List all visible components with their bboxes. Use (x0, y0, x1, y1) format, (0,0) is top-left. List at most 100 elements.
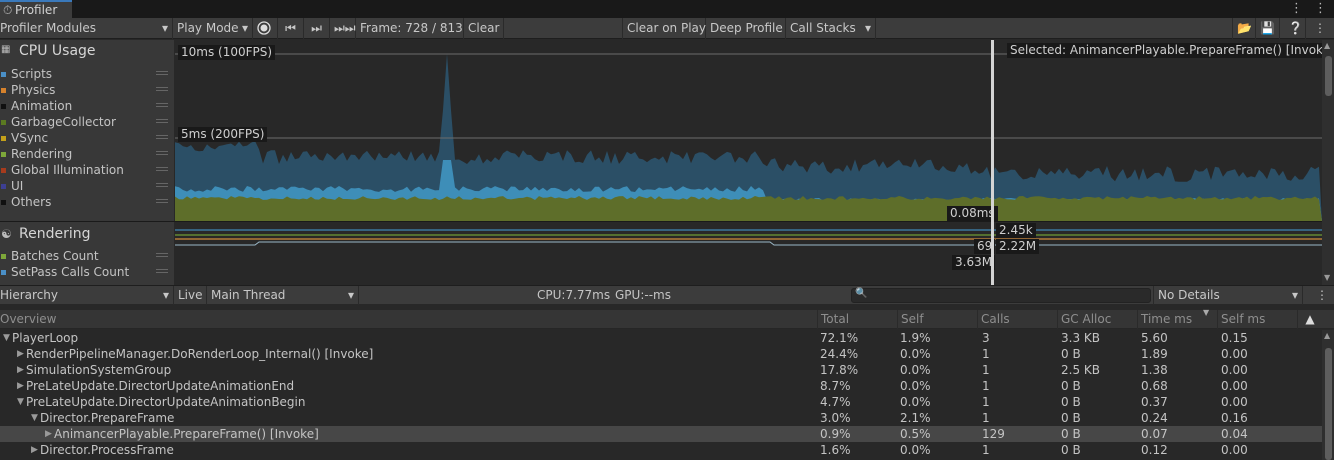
cpu_module-legend-item[interactable]: Animation (0, 98, 174, 114)
window-close-icon[interactable]: ⋮ (1314, 1, 1327, 16)
view-dropdown[interactable]: Hierarchy (0, 286, 174, 305)
cpu_module-legend-item[interactable]: Others (0, 194, 174, 210)
rendering-value-2b: 2.22M (996, 239, 1040, 254)
col-calls[interactable]: Calls (977, 310, 1057, 329)
window-menu-icon[interactable]: ⋮ (1290, 1, 1303, 16)
first-frame-button[interactable]: ⏮ (278, 18, 304, 39)
table-row[interactable]: ▼ PreLateUpdate.DirectorUpdateAnimationBe… (0, 394, 1322, 410)
rendering_module-legend-item[interactable]: SetPass Calls Count (0, 264, 174, 280)
selected-frame-marker[interactable] (991, 40, 994, 285)
search-input[interactable]: 🔍 (851, 288, 1151, 303)
table-row[interactable]: ▼ Director.PrepareFrame 3.0% 2.1% 1 0 B 0.24 0.… (0, 410, 1322, 426)
legend-swatch (1, 88, 6, 93)
cpu_module-legend-item[interactable]: VSync (0, 130, 174, 146)
gpu-time-label: GPU:--ms (615, 288, 671, 302)
rendering-value-3: 3.63M (952, 255, 996, 270)
rendering_module-legend-item[interactable]: Batches Count (0, 248, 174, 264)
deep-profile-label: Deep Profile (710, 21, 783, 35)
table-row[interactable]: ▶ PreLateUpdate.DirectorUpdateAnimationEn… (0, 378, 1322, 394)
drag-handle-icon[interactable] (156, 71, 168, 75)
drag-handle-icon[interactable] (156, 199, 168, 203)
table-row[interactable]: ▶ SimulationSystemGroup 17.8% 0.0% 1 2.5 KB 1.… (0, 362, 1322, 378)
table-row[interactable]: ▶ AnimancerPlayable.PrepareFrame() [Invok… (0, 426, 1322, 442)
deep-profile-toggle[interactable]: Deep Profile (706, 18, 786, 39)
expanded-arrow-icon[interactable]: ▼ (31, 410, 38, 426)
cpu_module-legend-item[interactable]: Rendering (0, 146, 174, 162)
legend-label: Rendering (11, 147, 73, 161)
legend-swatch (1, 254, 6, 259)
play-mode-dropdown[interactable]: Play Mode (173, 18, 253, 39)
scroll-down-icon[interactable]: ▼ (1324, 273, 1330, 282)
collapsed-arrow-icon[interactable]: ▶ (31, 442, 38, 458)
next-frame-button[interactable]: ⏭ (304, 18, 330, 39)
cpu_module-legend-item[interactable]: UI (0, 178, 174, 194)
legend-swatch (1, 72, 6, 77)
expanded-arrow-icon[interactable]: ▼ (3, 330, 10, 346)
charts-scrollbar-thumb[interactable] (1325, 56, 1332, 96)
profiler-modules-dropdown[interactable]: Profiler Modules (0, 18, 173, 39)
legend-swatch (1, 152, 6, 157)
clear-button[interactable]: Clear (464, 18, 504, 39)
tab-profiler[interactable]: ⏱ Profiler (0, 0, 72, 18)
expanded-arrow-icon[interactable]: ▼ (17, 394, 24, 410)
drag-handle-icon[interactable] (156, 135, 168, 139)
scroll-up-icon[interactable]: ▲ (1324, 41, 1330, 50)
table-row[interactable]: ▶ RenderPipelineManager.DoRenderLoop_Inte… (0, 346, 1322, 362)
table-row[interactable]: ▼ PlayerLoop 72.1% 1.9% 3 3.3 KB 5.60 0.15 (0, 330, 1322, 346)
collapsed-arrow-icon[interactable]: ▶ (45, 426, 52, 442)
drag-handle-icon[interactable] (156, 253, 168, 257)
record-button[interactable] (253, 18, 278, 39)
cpu_module-legend-item[interactable]: Physics (0, 82, 174, 98)
drag-handle-icon[interactable] (156, 87, 168, 91)
save-button[interactable]: 💾 (1256, 18, 1280, 39)
col-total[interactable]: Total (817, 310, 897, 329)
col-self-ms[interactable]: Self ms (1217, 310, 1297, 329)
tab-profiler-label: Profiler (15, 3, 58, 17)
collapsed-arrow-icon[interactable]: ▶ (17, 378, 24, 394)
row-selfms: 0.00 (1221, 395, 1248, 409)
profiler-icon: ⏱ (3, 3, 13, 17)
drag-handle-icon[interactable] (156, 269, 168, 273)
thread-dropdown[interactable]: Main Thread (207, 286, 359, 305)
row-time: 5.60 (1141, 331, 1168, 345)
rendering-chart[interactable]: 2.45k 69 2.22M 3.63M (175, 222, 1322, 285)
scroll-up-icon[interactable]: ▲ (1324, 331, 1330, 340)
rendering-icon: ☯ (1, 227, 12, 241)
last-frame-button[interactable]: ⏭⏭ (330, 18, 356, 39)
options-button[interactable]: ⋮ (1308, 18, 1332, 39)
drag-handle-icon[interactable] (156, 183, 168, 187)
call-stacks-dropdown[interactable]: Call Stacks (786, 18, 876, 39)
details-dropdown[interactable]: No Details (1153, 286, 1303, 305)
row-total: 3.0% (820, 411, 851, 425)
cpu_module-legend-item[interactable]: Global Illumination (0, 162, 174, 178)
drag-handle-icon[interactable] (156, 151, 168, 155)
legend-label: Batches Count (11, 249, 99, 263)
hierarchy-scrollbar-thumb[interactable] (1325, 348, 1332, 460)
cpu_module-legend-item[interactable]: GarbageCollector (0, 114, 174, 130)
col-self[interactable]: Self (897, 310, 977, 329)
collapsed-arrow-icon[interactable]: ▶ (17, 362, 24, 378)
row-total: 4.7% (820, 395, 851, 409)
details-options-button[interactable]: ⋮ (1310, 286, 1334, 305)
cpu-module-title: CPU Usage (19, 43, 96, 59)
column-menu-icon[interactable]: ▲ (1297, 310, 1322, 329)
drag-handle-icon[interactable] (156, 119, 168, 123)
row-total: 17.8% (820, 363, 859, 377)
clear-on-play-toggle[interactable]: Clear on Play (622, 18, 706, 39)
collapsed-arrow-icon[interactable]: ▶ (17, 346, 24, 362)
legend-swatch (1, 104, 6, 109)
col-overview[interactable]: Overview (0, 310, 817, 329)
table-row[interactable]: ▶ Director.ProcessFrame 1.6% 0.0% 1 0 B 0.12 0.… (0, 442, 1322, 458)
drag-handle-icon[interactable] (156, 103, 168, 107)
drag-handle-icon[interactable] (156, 167, 168, 171)
cpu-usage-chart[interactable]: 10ms (100FPS) 5ms (200FPS) Selected: Ani… (175, 40, 1322, 221)
load-button[interactable]: 📂 (1232, 18, 1256, 39)
help-button[interactable]: ❔ (1284, 18, 1306, 39)
live-toggle[interactable]: Live (174, 286, 207, 305)
row-gc: 0 B (1061, 379, 1081, 393)
cpu_module-legend-item[interactable]: Scripts (0, 66, 174, 82)
charts-scrollbar[interactable]: ▲ ▼ (1322, 40, 1334, 285)
hierarchy-scrollbar[interactable]: ▲ (1322, 330, 1334, 460)
col-gc-alloc[interactable]: GC Alloc (1057, 310, 1137, 329)
cpu-rendering-area (175, 196, 1322, 221)
